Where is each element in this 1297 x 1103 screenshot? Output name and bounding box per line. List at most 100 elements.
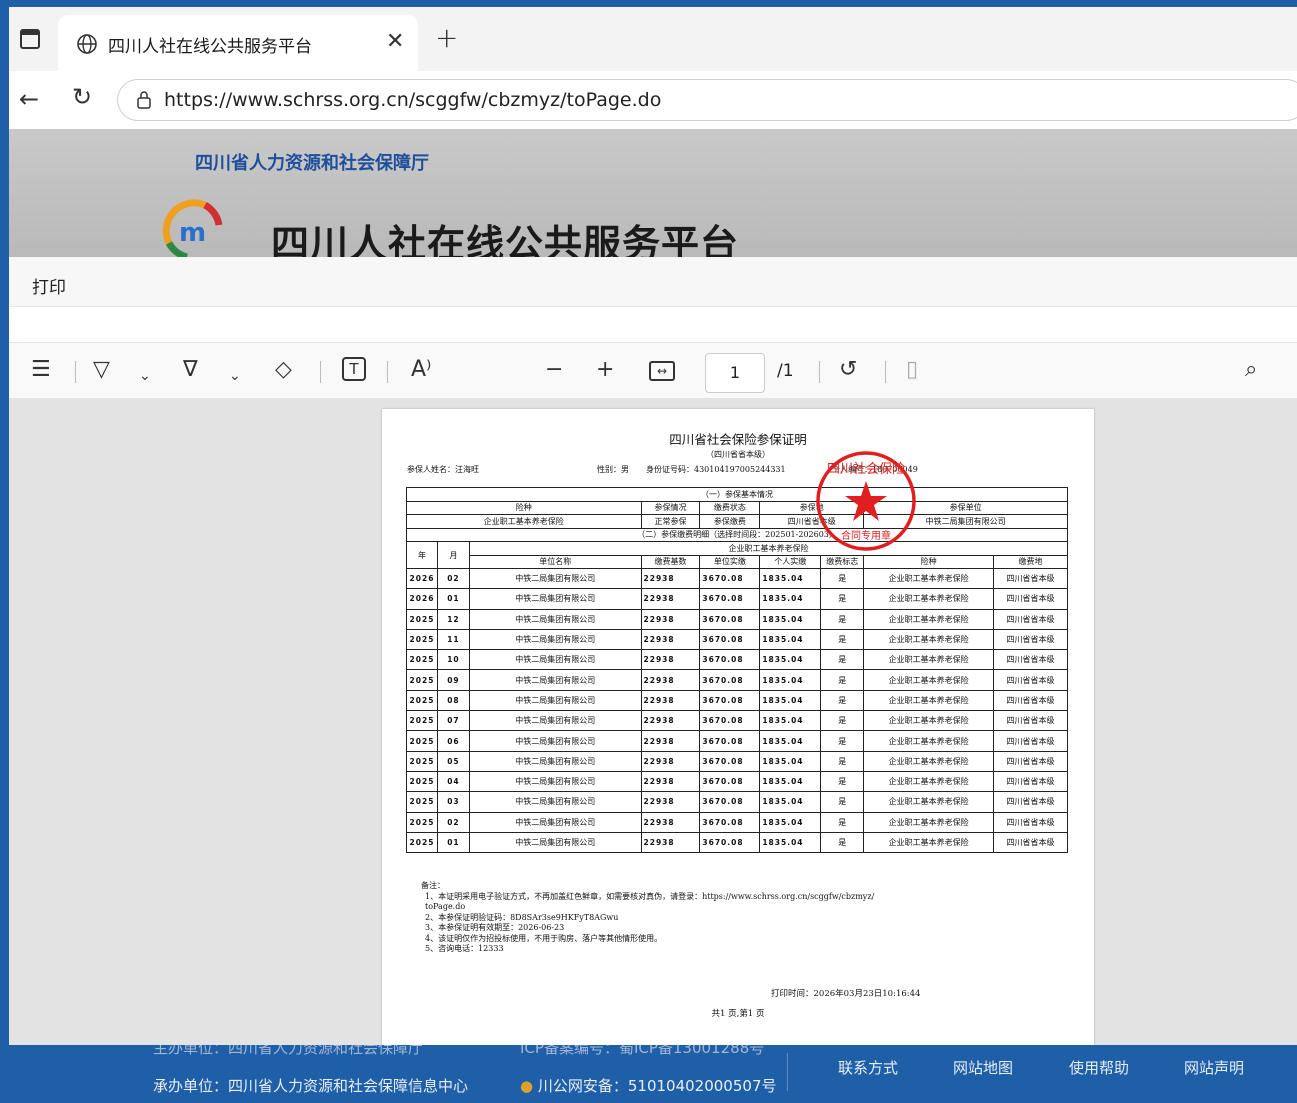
table-cell: 2025	[406, 710, 438, 732]
rotate-icon[interactable]: ↺	[839, 357, 857, 383]
table-cell: 02	[436, 811, 470, 833]
table-row: 2025 10 中铁二局集团有限公司 22938 3670.08 1835.04 是企业职工…	[406, 649, 1068, 671]
table-cell: 3670.08	[699, 649, 761, 671]
table-cell: 22938	[640, 831, 701, 854]
pdf-viewer[interactable]: 四川省社会保险参保证明 （四川省省本级） 参保人姓名：汪海旺 性别：男 身份证号…	[9, 399, 1297, 1045]
fit-width-icon[interactable]: ↔	[649, 361, 675, 381]
zoom-out-icon[interactable]: −	[545, 357, 563, 383]
new-tab-button[interactable]: +	[435, 21, 458, 54]
certificate-table: （一）参保基本情况 险种 参保情况 缴费状态 参保地 参保单位 企业职工基本养老保险 正常参保…	[406, 487, 1069, 854]
table-cell: 2025	[406, 791, 438, 813]
chevron-down-icon[interactable]: ⌄	[139, 363, 151, 389]
table-cell: 22938	[640, 710, 701, 732]
official-seal: 四川社会保险 合同专用章	[816, 451, 916, 551]
table-cell: 中铁二局集团有限公司	[468, 567, 642, 590]
gender: 性别：男	[597, 465, 629, 474]
table-cell: 3670.08	[699, 750, 761, 772]
contents-icon[interactable]: ☰	[31, 357, 51, 383]
table-cell: 1835.04	[759, 628, 822, 651]
address-bar[interactable]: https://www.schrss.org.cn/scggfw/cbzmyz/…	[117, 79, 1297, 121]
table-cell: 四川省省本级	[993, 689, 1068, 712]
globe-icon	[77, 34, 97, 54]
table-cell: 08	[436, 689, 470, 712]
read-aloud-icon[interactable]: A⁾	[411, 357, 431, 383]
table-cell: 1835.04	[759, 608, 822, 630]
zoom-in-icon[interactable]: +	[596, 357, 614, 383]
table-cell: 3670.08	[699, 608, 761, 630]
table-cell: 是	[820, 567, 865, 590]
tab-actions-icon[interactable]	[20, 29, 40, 49]
table-cell: 09	[436, 669, 470, 691]
table-cell: 02	[436, 567, 470, 590]
section1-header-row: 险种 参保情况 缴费状态 参保地 参保单位	[406, 500, 1068, 515]
table-cell: 四川省省本级	[993, 608, 1068, 630]
table-cell: 3670.08	[699, 710, 761, 732]
table-cell: 中铁二局集团有限公司	[468, 791, 642, 813]
table-cell: 是	[820, 831, 865, 854]
highlight-icon[interactable]: ▽	[93, 357, 110, 383]
footer-link-statement[interactable]: 网站声明	[1184, 1057, 1244, 1078]
note-line: 4、该证明仅作为招投标使用，不用于购房、落户等其他情形使用。	[425, 933, 663, 943]
table-cell: 22938	[640, 811, 701, 833]
table-cell: 22938	[640, 730, 701, 752]
table-cell: 是	[820, 608, 865, 630]
table-cell: 中铁二局集团有限公司	[468, 588, 642, 610]
police-record[interactable]: ● 川公网安备：51010402000507号	[520, 1075, 776, 1096]
svg-text:m: m	[179, 218, 206, 248]
search-icon[interactable]: ⌕	[1245, 357, 1257, 383]
col-year: 年	[406, 541, 438, 569]
text-box-icon[interactable]: T	[342, 357, 366, 381]
table-cell: 四川省省本级	[993, 811, 1068, 833]
table-cell: 中铁二局集团有限公司	[468, 770, 642, 793]
footer-link-help[interactable]: 使用帮助	[1069, 1057, 1129, 1078]
table-cell: 是	[820, 710, 865, 732]
table-cell: 03	[436, 791, 470, 813]
back-icon[interactable]: ←	[19, 85, 39, 113]
browser-tab[interactable]: 四川人社在线公共服务平台 ✕	[58, 15, 418, 71]
table-row: 2025 12 中铁二局集团有限公司 22938 3670.08 1835.04 是企业职工…	[406, 608, 1068, 630]
chevron-down-icon[interactable]: ⌄	[229, 363, 241, 389]
table-cell: 四川省省本级	[993, 567, 1068, 590]
site-info-icon[interactable]	[134, 90, 154, 110]
url-text[interactable]: https://www.schrss.org.cn/scggfw/cbzmyz/…	[164, 89, 661, 111]
eraser-icon[interactable]: ◇	[275, 357, 292, 383]
table-cell: 07	[436, 710, 470, 732]
column-header: 缴费地	[993, 554, 1068, 569]
seal-subtext: 合同专用章	[841, 529, 891, 542]
table-row: 2025 11 中铁二局集团有限公司 22938 3670.08 1835.04 是企业职工…	[406, 628, 1068, 651]
table-cell: 3670.08	[699, 588, 761, 610]
table-cell: 2025	[406, 608, 438, 630]
table-cell: 3670.08	[699, 628, 761, 651]
insured-name: 参保人姓名：汪海旺	[407, 465, 479, 474]
table-cell: 是	[820, 770, 865, 793]
section1-header: 缴费状态	[699, 500, 761, 515]
section1-header: 参保情况	[640, 500, 701, 515]
print-button[interactable]: 打印	[32, 273, 66, 298]
table-cell: 是	[820, 750, 865, 772]
host-unit: 主办单位：四川省人力资源和社会保障厅	[153, 1045, 424, 1057]
table-cell: 11	[436, 628, 470, 651]
page-view-icon[interactable]: ▯	[906, 357, 918, 383]
table-cell: 1835.04	[759, 689, 822, 712]
seal-text: 四川社会保险	[827, 461, 905, 477]
page-number-input[interactable]: 1	[705, 353, 765, 393]
table-cell: 1835.04	[759, 588, 822, 610]
browser-window: 四川人社在线公共服务平台 ✕ + ← ↻ https://www.schrss.…	[9, 7, 1297, 1045]
table-cell: 22938	[640, 689, 701, 712]
table-cell: 22938	[640, 567, 701, 590]
table-cell: 3670.08	[699, 730, 761, 752]
footer-link-contact[interactable]: 联系方式	[838, 1057, 898, 1078]
table-cell: 2025	[406, 831, 438, 854]
table-cell: 3670.08	[699, 669, 761, 691]
footer-link-sitemap[interactable]: 网站地图	[953, 1057, 1013, 1078]
table-cell: 四川省省本级	[993, 628, 1068, 651]
table-cell: 中铁二局集团有限公司	[468, 730, 642, 752]
close-tab-icon[interactable]: ✕	[386, 29, 404, 54]
draw-icon[interactable]: ∇	[183, 357, 198, 383]
table-row: 2025 05 中铁二局集团有限公司 22938 3670.08 1835.04 是企业职工…	[406, 750, 1068, 772]
doc-title: 四川省社会保险参保证明	[669, 432, 807, 447]
table-cell: 企业职工基本养老保险	[863, 710, 995, 732]
reload-icon[interactable]: ↻	[72, 83, 92, 111]
table-cell: 四川省省本级	[993, 649, 1068, 671]
table-cell: 企业职工基本养老保险	[863, 608, 995, 630]
